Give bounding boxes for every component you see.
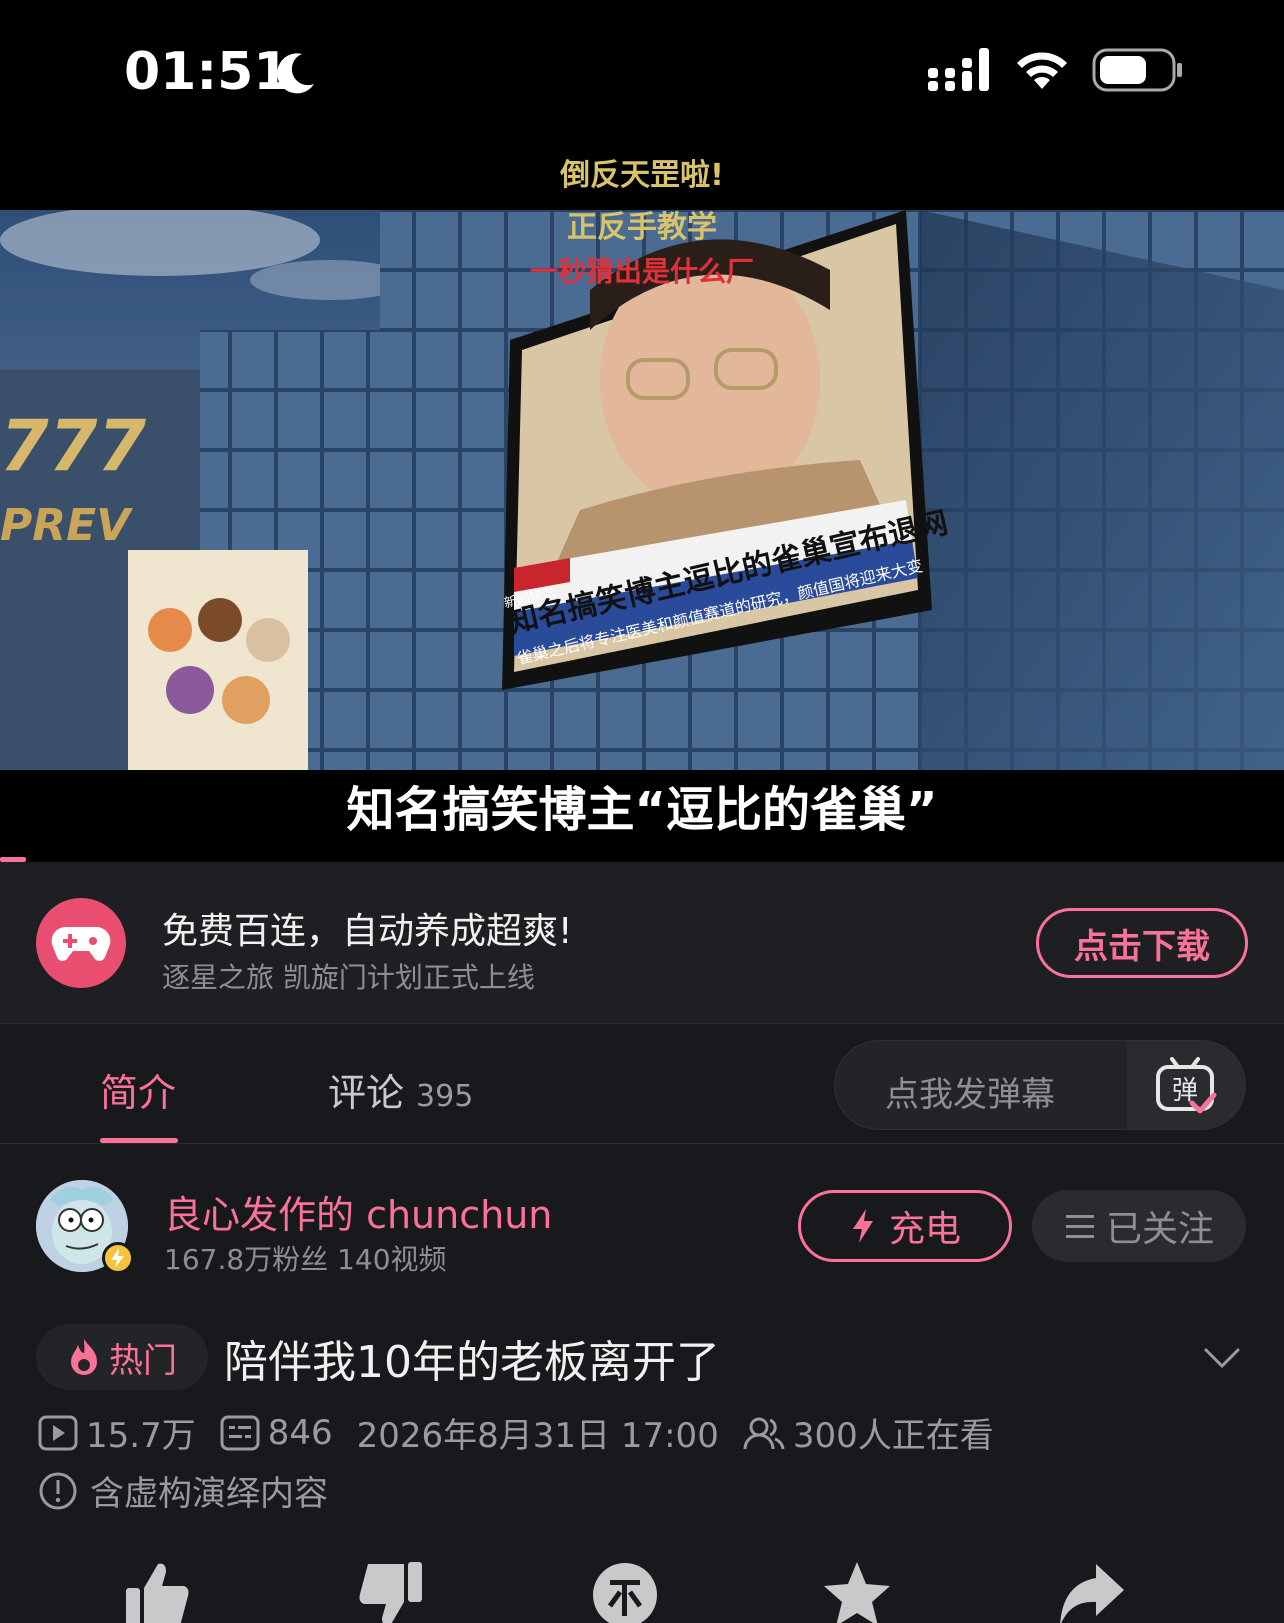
status-time: 01:51 bbox=[124, 42, 290, 102]
tab-active-indicator bbox=[100, 1138, 178, 1143]
hot-label: 热门 bbox=[109, 1340, 177, 1381]
flame-icon bbox=[71, 1339, 97, 1375]
danmaku-toggle-button[interactable]: 弹 bbox=[1127, 1041, 1245, 1129]
charge-button[interactable]: 充电 bbox=[798, 1190, 1012, 1262]
danmaku-icon: 弹 bbox=[1156, 1057, 1217, 1114]
follow-button[interactable]: 已关注 bbox=[1032, 1190, 1246, 1262]
video-title: 陪伴我10年的老板离开了 bbox=[224, 1337, 720, 1388]
status-indicators bbox=[928, 48, 1184, 92]
content-notice-text: 含虚构演绎内容 bbox=[90, 1474, 328, 1514]
viewers-icon bbox=[743, 1417, 785, 1449]
video-player[interactable]: 777 PREV 倒反天罡啦! 正反手教学 一秒猜出是什么厂 新闻快讯 知名搞笑… bbox=[0, 150, 1284, 862]
moon-icon bbox=[277, 53, 314, 94]
download-button[interactable]: 点击下载 bbox=[1036, 908, 1248, 978]
battery-icon bbox=[1092, 48, 1182, 92]
tab-bar: 简介 评论 395 点我发弹幕 弹 bbox=[0, 1024, 1284, 1144]
view-count: 15.7万 bbox=[86, 1416, 196, 1456]
ad-banner[interactable]: 免费百连，自动养成超爽! 逐星之旅 凯旋门计划正式上线 点击下载 bbox=[0, 862, 1284, 1024]
comments-count: 395 bbox=[416, 1079, 474, 1114]
tab-comments[interactable]: 评论 395 bbox=[328, 1062, 473, 1117]
danmaku-placeholder: 点我发弹幕 bbox=[885, 1075, 1055, 1115]
signal-icon bbox=[928, 48, 989, 91]
video-meta: 15.7万 846 2026年8月31日 17:00 300人正在看 bbox=[38, 1408, 1018, 1457]
chevron-down-icon[interactable] bbox=[1202, 1338, 1242, 1378]
ad-title: 免费百连，自动养成超爽! bbox=[162, 911, 573, 952]
ad-subtitle: 逐星之旅 凯旋门计划正式上线 bbox=[162, 961, 535, 994]
action-bar bbox=[0, 1560, 1284, 1623]
danmaku-count-icon bbox=[220, 1415, 260, 1450]
wifi-icon bbox=[1017, 52, 1067, 89]
info-icon bbox=[39, 1472, 77, 1509]
share-icon[interactable] bbox=[1056, 1560, 1126, 1623]
video-subtitle: 知名搞笑博主“逗比的雀巢” bbox=[346, 782, 938, 838]
publish-date: 2026年8月31日 17:00 bbox=[356, 1416, 719, 1456]
status-bar: 01:51 bbox=[0, 0, 1284, 150]
play-count-icon bbox=[38, 1415, 78, 1450]
danmaku-count: 846 bbox=[267, 1412, 333, 1453]
tab-comments-label: 评论 bbox=[328, 1071, 405, 1115]
uploader-name[interactable]: 良心发作的 chunchun bbox=[164, 1184, 552, 1239]
uploader-stats: 167.8万粉丝 140视频 bbox=[164, 1243, 447, 1276]
avatar[interactable] bbox=[36, 1180, 134, 1274]
coin-icon[interactable] bbox=[590, 1560, 660, 1623]
lightning-badge-icon bbox=[102, 1242, 134, 1274]
watching-count: 300人正在看 bbox=[792, 1416, 994, 1456]
dislike-icon[interactable] bbox=[356, 1560, 426, 1623]
gamepad-icon bbox=[36, 898, 126, 988]
billboard-text: 新闻快讯 知名搞笑博主逗比的雀巢宣布退网 雀巢之后将专注医美和颜值赛道的研究，颜… bbox=[502, 505, 951, 668]
favorite-star-icon[interactable] bbox=[822, 1560, 892, 1623]
dm-label: 弹 bbox=[1172, 1076, 1198, 1106]
danmaku-input[interactable]: 点我发弹幕 弹 bbox=[834, 1040, 1246, 1130]
follow-label: 已关注 bbox=[1105, 1209, 1214, 1250]
charge-label: 充电 bbox=[888, 1209, 961, 1250]
like-icon[interactable] bbox=[122, 1560, 192, 1623]
overlay-caption: 倒反天罡啦! bbox=[560, 158, 724, 193]
content-notice: 含虚构演绎内容 bbox=[38, 1466, 328, 1515]
menu-icon bbox=[1065, 1215, 1094, 1238]
tab-intro[interactable]: 简介 bbox=[100, 1062, 176, 1117]
lightning-icon bbox=[852, 1209, 873, 1243]
hot-badge[interactable]: 热门 bbox=[36, 1324, 208, 1390]
